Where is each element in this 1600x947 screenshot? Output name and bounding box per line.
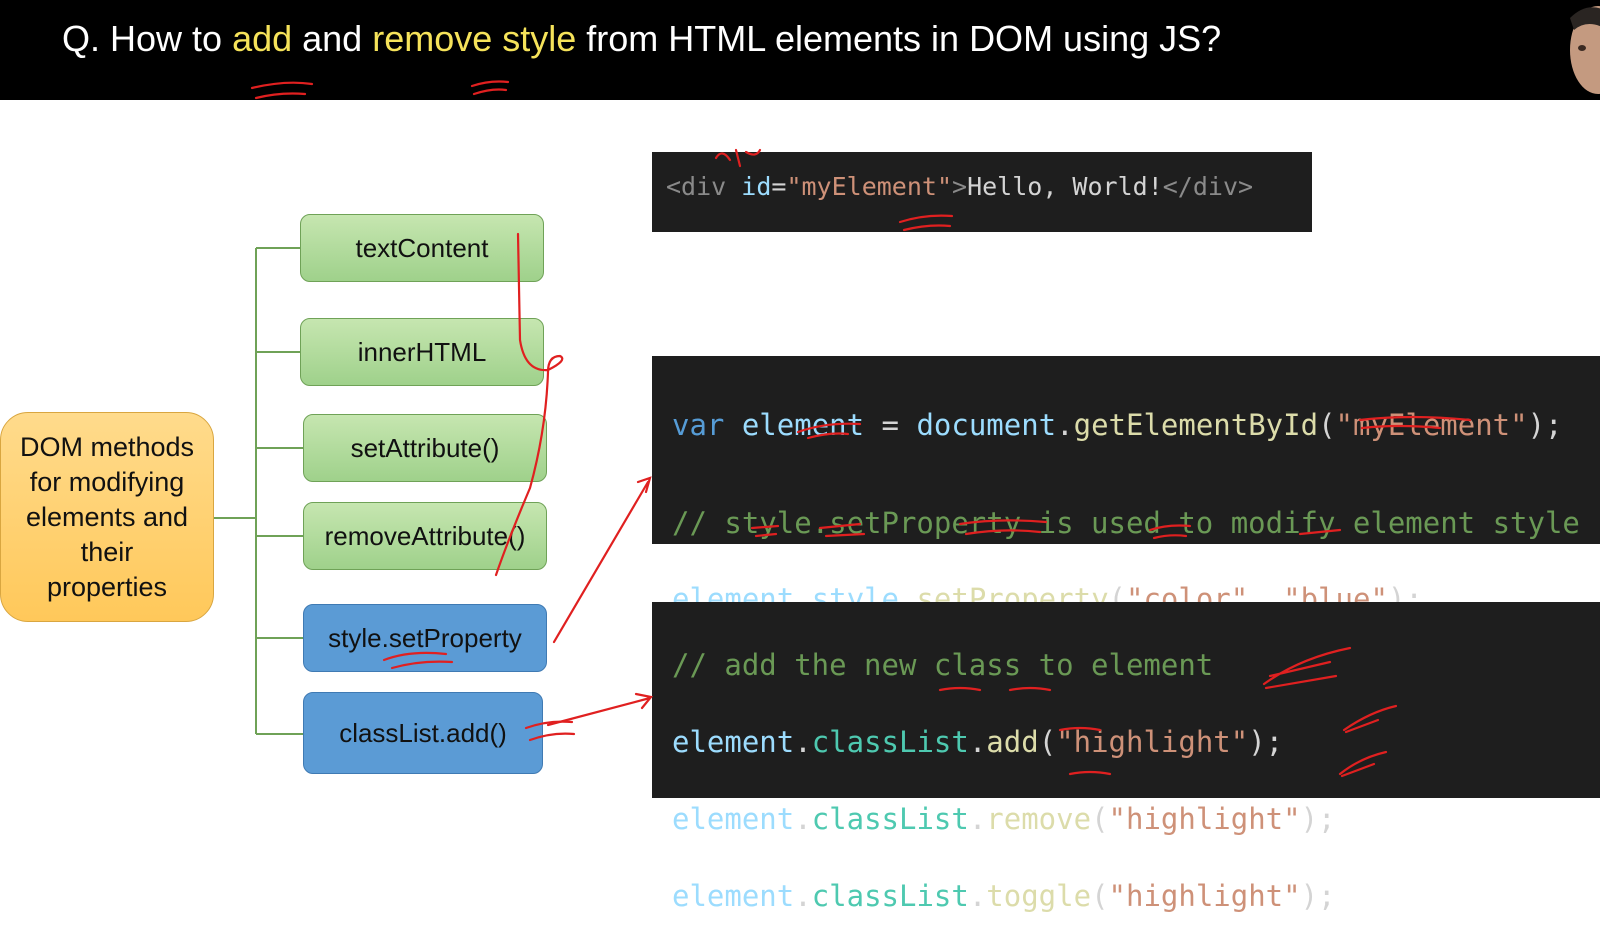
root-line-1: DOM methods xyxy=(19,431,195,462)
dot: . xyxy=(794,879,812,913)
prop-classlist: classList xyxy=(811,802,969,836)
obj-element: element xyxy=(672,802,795,836)
fn-remove: remove xyxy=(986,802,1092,836)
paren-open: ( xyxy=(1038,725,1057,759)
obj-element: element xyxy=(672,879,795,913)
arg-highlight: "highlight" xyxy=(1108,802,1301,836)
prop-classlist: classList xyxy=(811,879,969,913)
code-line-getelement: var element = document.getElementById("m… xyxy=(672,408,1600,472)
paren-open: ( xyxy=(1091,802,1109,836)
fn-toggle: toggle xyxy=(986,879,1092,913)
paren-close: ); xyxy=(1248,725,1284,759)
paren-close: ); xyxy=(1527,408,1563,442)
code-comment-style: // style.setProperty is used to modify e… xyxy=(672,506,1580,540)
code-block-classlist: // add the new class to element element.… xyxy=(652,602,1600,913)
fn-add: add xyxy=(986,725,1039,759)
node-removeattribute: removeAttribute() xyxy=(303,502,547,570)
kw-var: var xyxy=(672,408,725,442)
arg-highlight: "highlight" xyxy=(1056,725,1249,759)
node-setattribute: setAttribute() xyxy=(303,414,547,482)
code-block-style: var element = document.getElementById("m… xyxy=(652,356,1600,616)
root-line-2: for modifying xyxy=(29,466,185,497)
node-style-setproperty: style.setProperty xyxy=(303,604,547,672)
arg-myelement: "myElement" xyxy=(1335,408,1528,442)
dot: . xyxy=(968,725,987,759)
fn-getelementbyid: getElementById xyxy=(1073,408,1319,442)
html-open-tag: <div xyxy=(666,172,742,201)
code-line-classlist-toggle: element.classList.toggle("highlight"); xyxy=(672,879,1600,913)
dot: . xyxy=(968,879,987,913)
root-line-4: their xyxy=(80,536,134,567)
html-attr-value: "myElement" xyxy=(786,172,953,201)
arg-highlight: "highlight" xyxy=(1108,879,1301,913)
html-attr-name: id xyxy=(741,172,772,201)
node-innerhtml: innerHTML xyxy=(300,318,544,386)
code-block-html: <div id="myElement">Hello, World!</div> xyxy=(652,152,1312,232)
code-line-classlist-remove: element.classList.remove("highlight"); xyxy=(672,802,1600,845)
html-close-angle: > xyxy=(952,172,968,201)
op-assign: = xyxy=(864,408,917,442)
code-line-html: <div id="myElement">Hello, World!</div> xyxy=(666,172,1312,201)
obj-document: document xyxy=(916,408,1057,442)
paren-close: ); xyxy=(1300,879,1336,913)
html-end-tag: </div> xyxy=(1162,172,1254,201)
root-line-5: properties xyxy=(46,571,168,602)
node-classlist-add: classList.add() xyxy=(303,692,543,774)
paren-close: ); xyxy=(1300,802,1336,836)
html-text: Hello, World! xyxy=(967,172,1163,201)
dot: . xyxy=(1056,408,1074,442)
dot: . xyxy=(968,802,987,836)
dot: . xyxy=(794,725,812,759)
code-line-classlist-add: element.classList.add("highlight"); xyxy=(672,725,1600,768)
html-eq: = xyxy=(771,172,787,201)
root-node-dom-methods: DOM methods for modifying elements and t… xyxy=(0,412,214,622)
prop-classlist: classList xyxy=(811,725,969,759)
paren-open: ( xyxy=(1091,879,1109,913)
dot: . xyxy=(794,802,812,836)
paren-open: ( xyxy=(1318,408,1336,442)
obj-element: element xyxy=(672,725,795,759)
var-element: element xyxy=(724,408,865,442)
code-comment-classlist: // add the new class to element xyxy=(672,648,1214,682)
node-textcontent: textContent xyxy=(300,214,544,282)
root-line-3: elements and xyxy=(25,501,189,532)
